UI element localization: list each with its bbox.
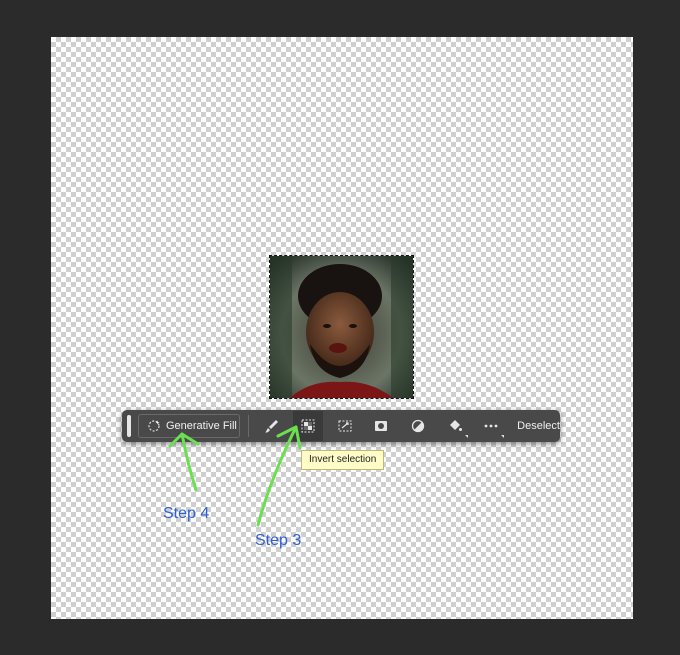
annotation-arrows (168, 425, 302, 527)
step3-label: Step 3 (255, 532, 302, 549)
step4-label: Step 4 (163, 505, 210, 522)
step3-arrow-shaft (256, 425, 298, 527)
